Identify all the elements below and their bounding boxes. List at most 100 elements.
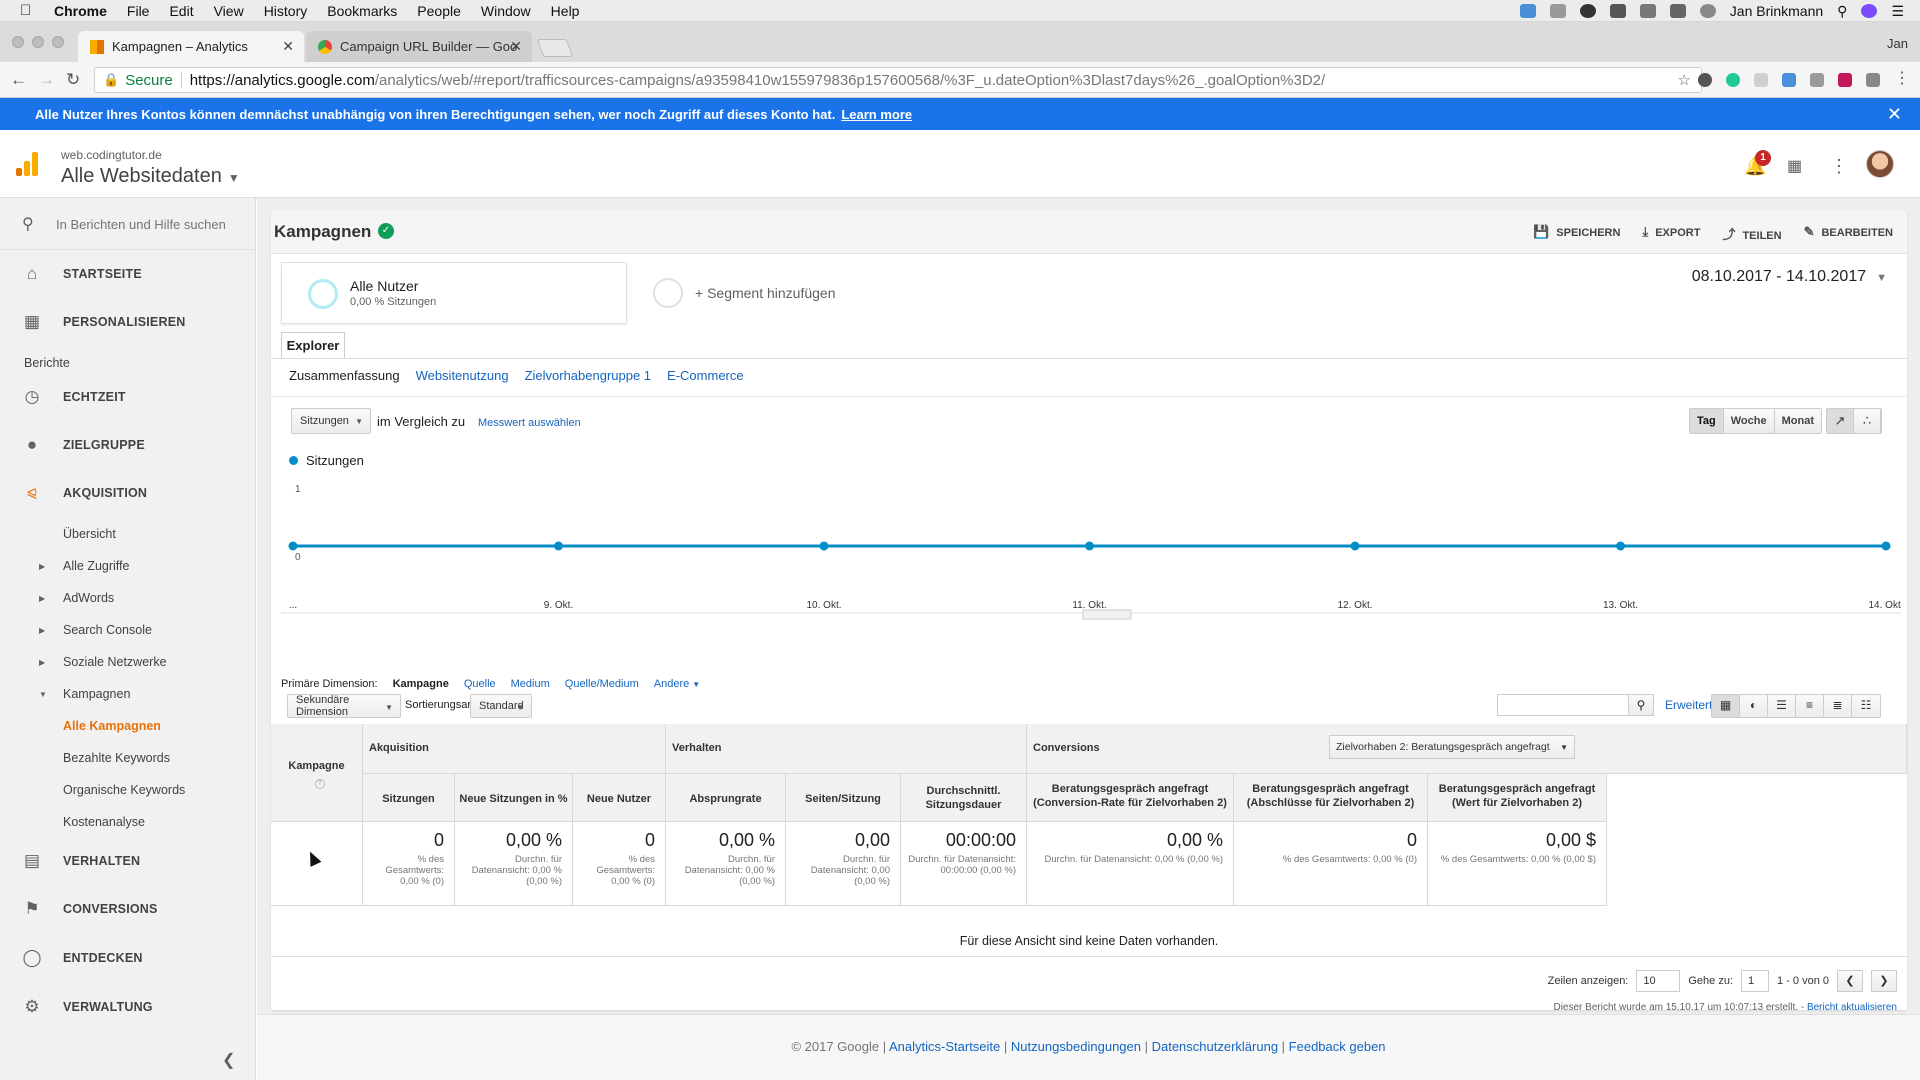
term-cloud-view-icon[interactable]: ≣: [1824, 695, 1852, 717]
extension-bars-icon[interactable]: [1754, 73, 1768, 87]
sidebar-sub-search-console[interactable]: ▶ Search Console: [39, 623, 152, 637]
advanced-filter-link[interactable]: Erweitert: [1665, 698, 1712, 712]
pivot-view-icon[interactable]: ☷: [1852, 695, 1880, 717]
menu-help[interactable]: Help: [551, 3, 580, 19]
sidebar-sub-bezahlte-keywords[interactable]: Bezahlte Keywords: [63, 751, 170, 765]
screen-icon[interactable]: [1639, 4, 1656, 18]
column-header[interactable]: Sitzungen: [363, 774, 455, 822]
column-header[interactable]: Durchschnittl. Sitzungsdauer: [901, 774, 1027, 822]
sidebar-sub-organische-keywords[interactable]: Organische Keywords: [63, 783, 185, 797]
menu-edit[interactable]: Edit: [169, 3, 193, 19]
refresh-report-link[interactable]: Bericht aktualisieren: [1807, 1002, 1897, 1013]
apple-icon[interactable]: : [20, 2, 40, 19]
sidebar-sub-alle-kampagnen[interactable]: Alle Kampagnen: [63, 719, 161, 733]
tab-campaign-url-builder[interactable]: Campaign URL Builder — Goo ✕: [306, 31, 532, 62]
column-header[interactable]: Neue Sitzungen in %: [455, 774, 573, 822]
export-button[interactable]: ⤓ EXPORT: [1642, 224, 1700, 243]
line-chart-icon[interactable]: ↗: [1827, 409, 1854, 433]
menu-chrome[interactable]: Chrome: [54, 3, 107, 19]
apps-grid-icon[interactable]: ▦: [1787, 156, 1802, 176]
column-header[interactable]: Absprungrate: [666, 774, 786, 822]
edit-button[interactable]: ✎ BEARBEITEN: [1804, 224, 1893, 243]
column-header[interactable]: Seiten/Sitzung: [786, 774, 901, 822]
sidebar-item-startseite[interactable]: ⌂ STARTSEITE: [0, 254, 256, 294]
segment-card[interactable]: Alle Nutzer 0,00 % Sitzungen: [281, 262, 627, 324]
menu-people[interactable]: People: [417, 3, 461, 19]
extension-puzzle-icon[interactable]: [1866, 73, 1880, 87]
profile-name[interactable]: Jan: [1887, 36, 1908, 51]
minimize-window-icon[interactable]: [32, 36, 44, 48]
motion-chart-icon[interactable]: ∴: [1854, 409, 1881, 433]
pie-view-icon[interactable]: ◐: [1740, 695, 1768, 717]
close-window-icon[interactable]: [12, 36, 24, 48]
choose-metric-link[interactable]: Messwert auswählen: [478, 417, 581, 429]
info-icon[interactable]: [1579, 4, 1596, 18]
extension-m-icon[interactable]: [1726, 73, 1740, 87]
date-range-selector[interactable]: 08.10.2017 - 14.10.2017 ▼: [1692, 268, 1887, 286]
extension-info-icon[interactable]: [1698, 73, 1712, 87]
footer-link-privacy[interactable]: Datenschutzerklärung: [1152, 1039, 1278, 1054]
menu-history[interactable]: History: [264, 3, 308, 19]
sidebar-item-entdecken[interactable]: ◯ ENTDECKEN: [0, 938, 256, 978]
rows-select[interactable]: 10: [1636, 970, 1681, 992]
goal-select[interactable]: Zielvorhaben 2: Beratungsgespräch angefr…: [1329, 735, 1575, 759]
sort-select[interactable]: Standard ▼: [470, 694, 532, 718]
mac-user-name[interactable]: Jan Brinkmann: [1730, 3, 1823, 19]
close-tab-icon[interactable]: ✕: [282, 38, 294, 55]
collapse-sidebar-icon[interactable]: ❮: [222, 1050, 235, 1070]
sidebar-sub-kampagnen[interactable]: ▼ Kampagnen: [39, 687, 130, 701]
performance-view-icon[interactable]: ☰: [1768, 695, 1796, 717]
column-header-kampagne[interactable]: Kampagne ?: [271, 724, 363, 822]
sidebar-item-personalisieren[interactable]: ▦ PERSONALISIEREN: [0, 302, 256, 342]
secondary-dimension-select[interactable]: Sekundäre Dimension ▼: [287, 694, 401, 718]
comparison-view-icon[interactable]: ≡: [1796, 695, 1824, 717]
chrome-menu-icon[interactable]: ⋮: [1894, 68, 1910, 88]
siri-icon[interactable]: [1861, 4, 1878, 18]
metric-select[interactable]: Sitzungen ▼: [291, 408, 371, 434]
time-machine-icon[interactable]: [1699, 4, 1716, 18]
cloud-icon[interactable]: [1549, 4, 1566, 18]
table-search-button[interactable]: ⚲: [1628, 694, 1654, 716]
subtab-websitenutzung[interactable]: Websitenutzung: [416, 368, 509, 383]
close-tab-icon[interactable]: ✕: [510, 38, 522, 55]
menu-view[interactable]: View: [214, 3, 244, 19]
menu-bookmarks[interactable]: Bookmarks: [327, 3, 397, 19]
tab-explorer[interactable]: Explorer: [281, 332, 345, 358]
subtab-zusammenfassung[interactable]: Zusammenfassung: [289, 368, 400, 383]
dimension-medium[interactable]: Medium: [511, 678, 550, 690]
reload-icon[interactable]: ↻: [66, 70, 80, 90]
granularity-month-button[interactable]: Monat: [1774, 409, 1821, 433]
granularity-day-button[interactable]: Tag: [1690, 409, 1724, 433]
column-header[interactable]: Neue Nutzer: [573, 774, 666, 822]
property-name[interactable]: web.codingtutor.de: [61, 148, 162, 162]
sidebar-sub-adwords[interactable]: ▶ AdWords: [39, 591, 114, 605]
dimension-quelle-medium[interactable]: Quelle/Medium: [565, 678, 639, 690]
subtab-zielvorhabengruppe[interactable]: Zielvorhabengruppe 1: [525, 368, 651, 383]
help-icon[interactable]: ?: [271, 778, 362, 790]
footer-link-feedback[interactable]: Feedback geben: [1289, 1039, 1386, 1054]
menu-file[interactable]: File: [127, 3, 150, 19]
extension-w-icon[interactable]: [1838, 73, 1852, 87]
view-selector[interactable]: Alle Websitedaten ▼: [61, 165, 240, 188]
sidebar-item-zielgruppe[interactable]: ● ZIELGRUPPE: [0, 425, 256, 465]
share-button[interactable]: ⤴ TEILEN: [1722, 224, 1781, 243]
next-page-button[interactable]: ❯: [1871, 970, 1897, 992]
bookmark-star-icon[interactable]: ☆: [1678, 71, 1691, 89]
dimension-kampagne[interactable]: Kampagne: [393, 678, 449, 690]
tab-analytics[interactable]: Kampagnen – Analytics ✕: [78, 31, 304, 62]
sidebar-item-verhalten[interactable]: ▤ VERHALTEN: [0, 841, 256, 881]
learn-more-link[interactable]: Learn more: [841, 107, 912, 122]
analytics-logo-icon[interactable]: [16, 152, 40, 176]
back-arrow-icon[interactable]: ←: [10, 70, 27, 90]
menu-window[interactable]: Window: [481, 3, 531, 19]
goto-input[interactable]: 1: [1741, 970, 1770, 992]
sidebar-item-conversions[interactable]: ⚑ CONVERSIONS: [0, 889, 256, 929]
more-vert-icon[interactable]: ⋮: [1830, 156, 1848, 177]
spotlight-icon[interactable]: ⚲: [1837, 3, 1847, 20]
sidebar-item-echtzeit[interactable]: ◷ ECHTZEIT: [0, 377, 256, 417]
save-button[interactable]: 💾 SPEICHERN: [1533, 224, 1620, 243]
extension-screen-icon[interactable]: [1782, 73, 1796, 87]
dimension-quelle[interactable]: Quelle: [464, 678, 496, 690]
sidebar-sub-kostenanalyse[interactable]: Kostenanalyse: [63, 815, 145, 829]
add-segment-button[interactable]: + Segment hinzufügen: [653, 278, 836, 308]
